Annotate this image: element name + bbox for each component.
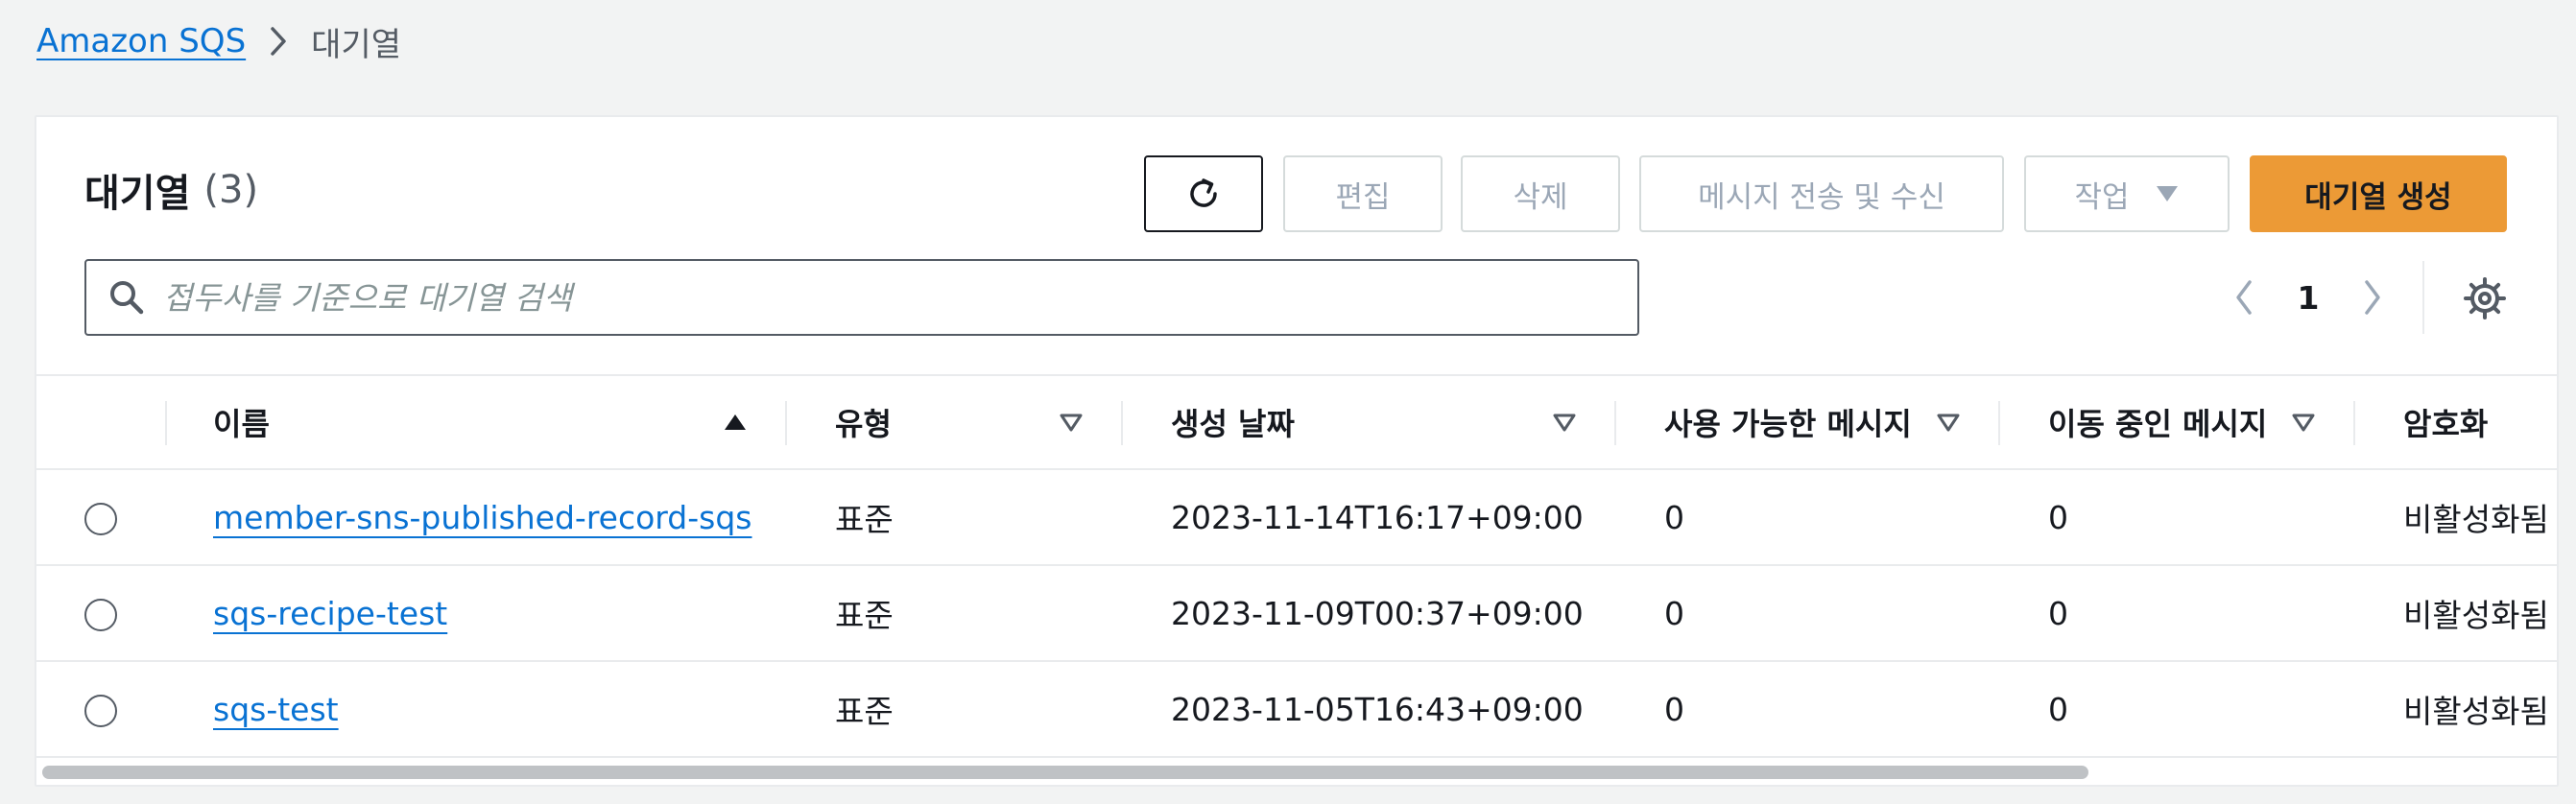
- next-page-icon[interactable]: [2353, 271, 2392, 324]
- caret-down-icon: [2155, 184, 2180, 203]
- queue-type: 표준: [835, 693, 894, 730]
- search-icon: [107, 278, 146, 317]
- gear-icon[interactable]: [2459, 272, 2511, 324]
- row-select-radio[interactable]: [84, 503, 117, 535]
- column-header-available[interactable]: 사용 가능한 메시지: [1664, 376, 1912, 468]
- queue-name-link[interactable]: sqs-test: [213, 662, 339, 756]
- column-header-created-label: 생성 날짜: [1171, 406, 1295, 442]
- queue-count: (3): [203, 168, 259, 212]
- column-header-type[interactable]: 유형: [835, 376, 892, 468]
- sort-icon[interactable]: [1551, 409, 1578, 436]
- create-queue-button[interactable]: 대기열 생성: [2250, 155, 2507, 232]
- sort-icon[interactable]: [2290, 409, 2317, 436]
- search-input[interactable]: [161, 277, 1637, 318]
- encryption-status: 비활성화됨: [2403, 597, 2549, 634]
- column-header-available-label: 사용 가능한 메시지: [1664, 406, 1912, 442]
- horizontal-scrollbar[interactable]: [42, 766, 2088, 779]
- refresh-icon: [1183, 174, 1224, 214]
- queues-table-container: 대기열 (3) 편집 삭제 메시지 전송 및 수신 작업 대기열 생성 접두사를…: [35, 115, 2559, 787]
- page-title: 대기열 (3): [84, 161, 258, 219]
- sort-icon[interactable]: [1058, 409, 1085, 436]
- queue-name-link[interactable]: member-sns-published-record-sqs: [213, 470, 751, 564]
- breadcrumb: Amazon SQS 대기열: [36, 13, 401, 69]
- encryption-status: 비활성화됨: [2403, 501, 2549, 538]
- in-flight-messages: 0: [2048, 594, 2068, 632]
- pagination: 1: [2225, 271, 2392, 324]
- column-header-created[interactable]: 생성 날짜: [1171, 376, 1295, 468]
- row-select-radio[interactable]: [84, 695, 117, 727]
- available-messages: 0: [1664, 498, 1684, 536]
- queue-type: 표준: [835, 501, 894, 538]
- actions-label: 작업: [2074, 179, 2130, 215]
- column-header-name-label: 이름: [213, 406, 270, 442]
- available-messages: 0: [1664, 594, 1684, 632]
- previous-page-icon[interactable]: [2225, 271, 2263, 324]
- table-row[interactable]: member-sns-published-record-sqs 표준 2023-…: [36, 470, 2557, 566]
- breadcrumb-link-amazon-sqs[interactable]: Amazon SQS: [36, 22, 246, 60]
- breadcrumb-current: 대기열: [311, 25, 401, 64]
- delete-button[interactable]: 삭제: [1461, 155, 1620, 232]
- column-header-name[interactable]: 이름: [213, 376, 270, 468]
- queue-created-date: 2023-11-09T00:37+09:00: [1171, 594, 1584, 632]
- queue-name-link[interactable]: sqs-recipe-test: [213, 566, 447, 660]
- column-divider: [785, 401, 787, 445]
- chevron-right-icon: [267, 25, 290, 58]
- queue-created-date: 2023-11-14T16:17+09:00: [1171, 498, 1584, 536]
- page-number-current[interactable]: 1: [2263, 279, 2353, 317]
- available-messages: 0: [1664, 690, 1684, 728]
- table-header: 이름 유형 생성 날짜 사용 가능한 메시지 이동 중인 메시지 암호화: [36, 374, 2557, 470]
- row-select-radio[interactable]: [84, 599, 117, 631]
- in-flight-messages: 0: [2048, 690, 2068, 728]
- column-header-type-label: 유형: [835, 406, 892, 442]
- table-row[interactable]: sqs-test 표준 2023-11-05T16:43+09:00 0 0 비…: [36, 662, 2557, 758]
- column-divider: [165, 401, 167, 445]
- column-header-in-flight-label: 이동 중인 메시지: [2048, 406, 2268, 442]
- column-divider: [1998, 401, 2000, 445]
- actions-dropdown-button[interactable]: 작업: [2024, 155, 2230, 232]
- column-divider: [2353, 401, 2355, 445]
- edit-button[interactable]: 편집: [1283, 155, 1443, 232]
- page-title-text: 대기열: [84, 172, 191, 216]
- queue-type: 표준: [835, 597, 894, 634]
- refresh-button[interactable]: [1144, 155, 1263, 232]
- encryption-status: 비활성화됨: [2403, 693, 2549, 730]
- search-box: [84, 259, 1639, 336]
- send-receive-messages-button[interactable]: 메시지 전송 및 수신: [1639, 155, 2004, 232]
- column-header-in-flight[interactable]: 이동 중인 메시지: [2048, 376, 2267, 468]
- column-header-encryption[interactable]: 암호화: [2403, 376, 2488, 468]
- sort-ascending-icon[interactable]: [722, 409, 749, 436]
- sort-icon[interactable]: [1935, 409, 1962, 436]
- column-header-encryption-label: 암호화: [2403, 406, 2489, 442]
- pagination-divider: [2422, 261, 2424, 334]
- column-divider: [1121, 401, 1123, 445]
- in-flight-messages: 0: [2048, 498, 2068, 536]
- table-row[interactable]: sqs-recipe-test 표준 2023-11-09T00:37+09:0…: [36, 566, 2557, 662]
- column-divider: [1614, 401, 1616, 445]
- queue-created-date: 2023-11-05T16:43+09:00: [1171, 690, 1584, 728]
